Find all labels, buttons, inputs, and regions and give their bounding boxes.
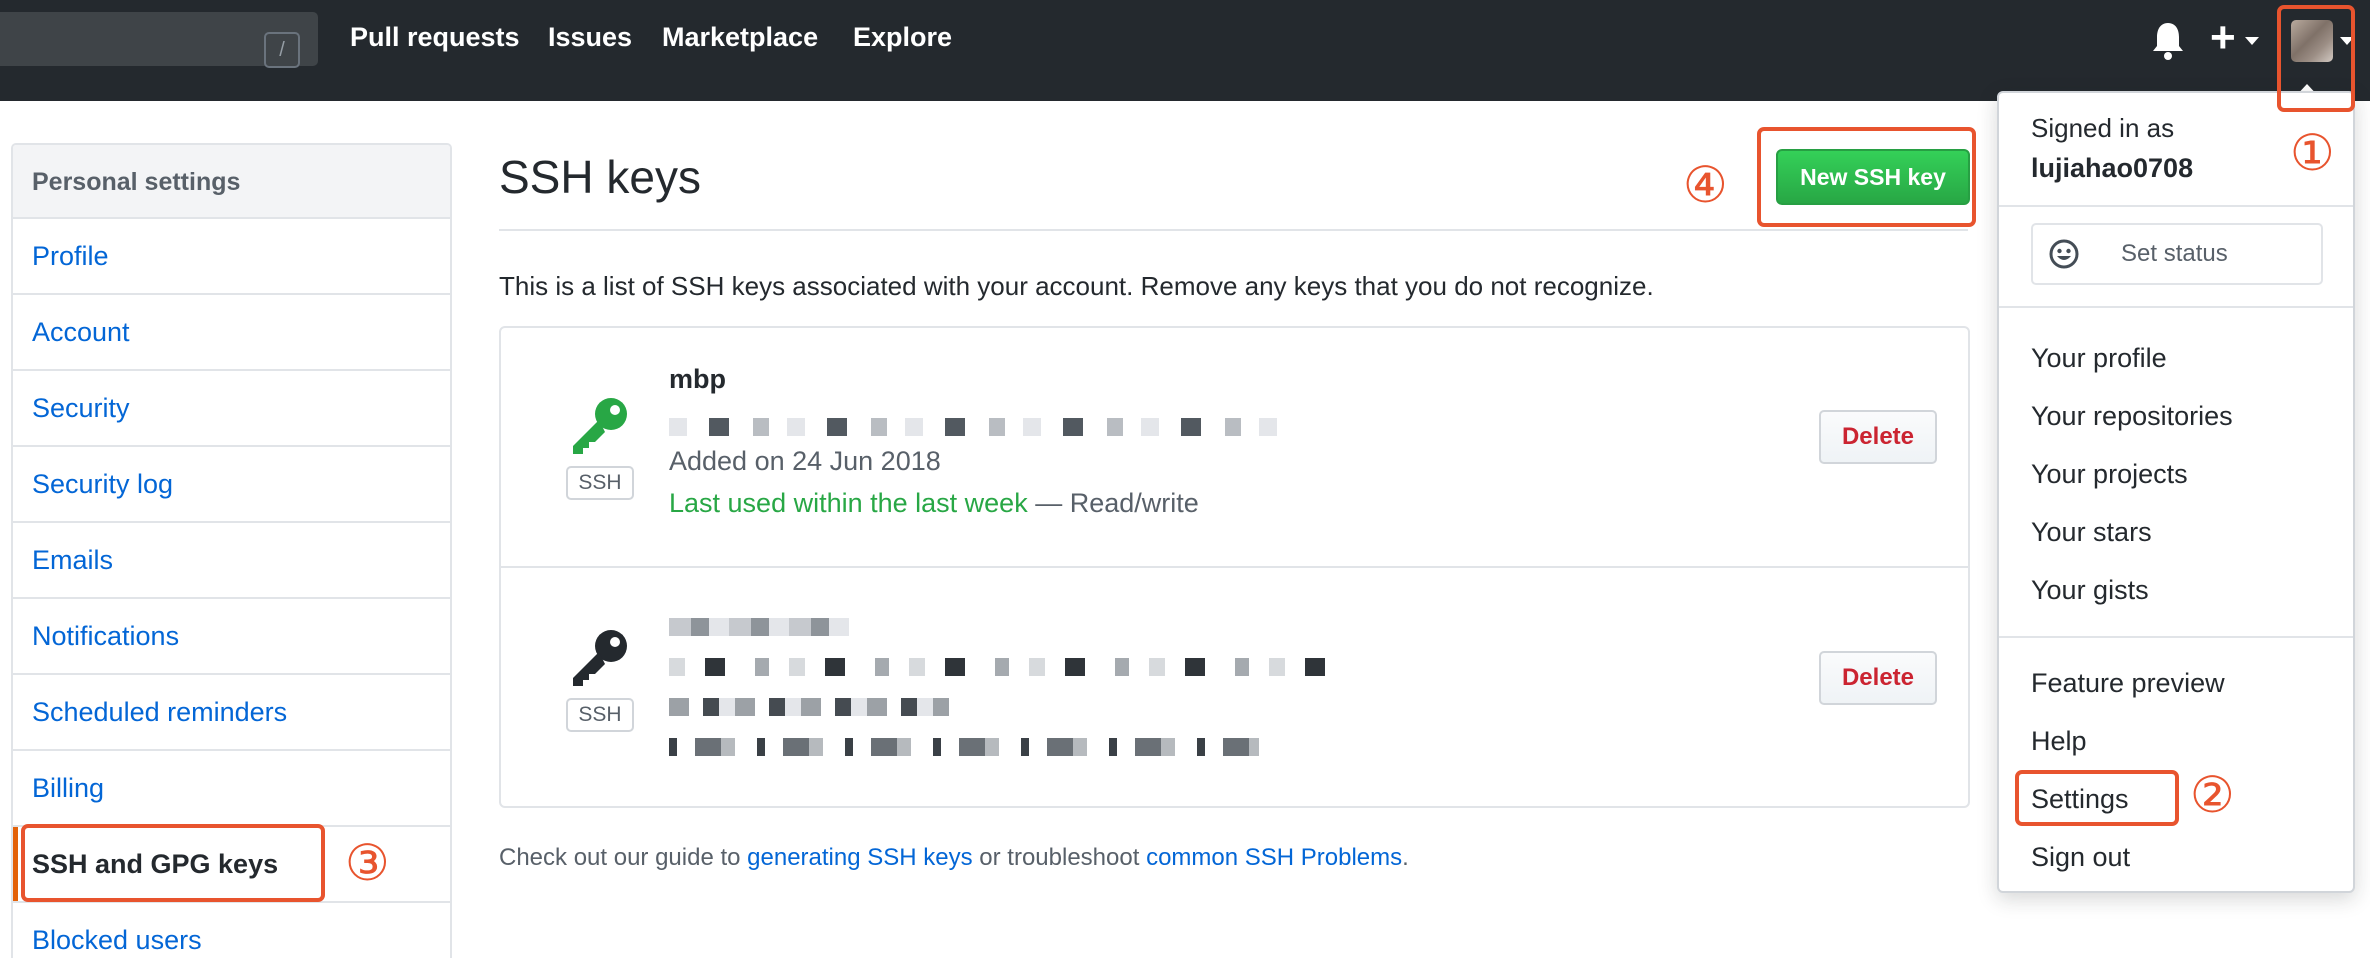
list-item: SSH mbp Added on 24 Jun 2018 Last used w… — [501, 328, 1968, 568]
redacted-key-title — [669, 618, 849, 636]
sidebar-item-security-log[interactable]: Security log — [13, 447, 450, 523]
nav-pull-requests[interactable]: Pull requests — [350, 22, 520, 53]
plus-icon[interactable]: + — [2210, 13, 2236, 63]
key-title: mbp — [669, 364, 726, 394]
set-status-button[interactable]: Set status — [2031, 223, 2323, 285]
divider — [1999, 636, 2353, 638]
annotation-box-ssh-gpg-keys — [21, 824, 325, 902]
key-added-date: Added on 24 Jun 2018 — [669, 446, 941, 476]
sidebar-item-billing[interactable]: Billing — [13, 751, 450, 827]
redacted-added-date — [669, 698, 949, 716]
access-text: — Read/write — [1035, 488, 1199, 518]
annotation-number: ③ — [345, 834, 390, 892]
menu-item-your-projects[interactable]: Your projects — [2031, 459, 2188, 490]
search-shortcut-hint: / — [264, 32, 300, 68]
delete-key-button[interactable]: Delete — [1819, 410, 1937, 464]
annotation-box-settings — [2015, 770, 2179, 826]
annotation-box-avatar — [2277, 5, 2355, 112]
sidebar-item-blocked-users[interactable]: Blocked users — [13, 903, 450, 958]
annotation-number: ① — [2290, 124, 2335, 182]
bell-icon[interactable] — [2148, 20, 2188, 62]
help-suffix: . — [1402, 844, 1409, 871]
sidebar-item-notifications[interactable]: Notifications — [13, 599, 450, 675]
redacted-fingerprint — [669, 418, 1289, 436]
annotation-box-new-ssh-key — [1757, 127, 1976, 227]
help-note: Check out our guide to generating SSH ke… — [499, 844, 1409, 872]
redacted-last-used — [669, 738, 1259, 756]
key-icon — [573, 630, 627, 686]
nav-explore[interactable]: Explore — [853, 22, 952, 53]
signed-in-label: Signed in as — [2031, 113, 2175, 143]
key-last-used: Last used within the last week — Read/wr… — [669, 488, 1199, 519]
menu-item-your-profile[interactable]: Your profile — [2031, 343, 2167, 374]
sidebar-item-account[interactable]: Account — [13, 295, 450, 371]
menu-item-feature-preview[interactable]: Feature preview — [2031, 668, 2225, 699]
page-title: SSH keys — [499, 151, 701, 203]
help-middle: or troubleshoot — [972, 844, 1147, 871]
generating-ssh-keys-link[interactable]: generating SSH keys — [747, 844, 972, 871]
menu-item-your-stars[interactable]: Your stars — [2031, 517, 2152, 548]
help-prefix: Check out our guide to — [499, 844, 748, 871]
intro-text: This is a list of SSH keys associated wi… — [499, 271, 1654, 301]
annotation-number: ④ — [1683, 156, 1728, 214]
chevron-down-icon — [2245, 37, 2259, 45]
menu-item-your-repositories[interactable]: Your repositories — [2031, 401, 2233, 432]
sidebar-heading: Personal settings — [13, 145, 450, 219]
key-icon — [573, 398, 627, 454]
list-item: SSH Delete — [501, 568, 1968, 806]
nav-marketplace[interactable]: Marketplace — [662, 22, 818, 53]
nav-issues[interactable]: Issues — [548, 22, 632, 53]
annotation-number: ② — [2190, 766, 2235, 824]
menu-item-help[interactable]: Help — [2031, 726, 2087, 757]
ssh-badge: SSH — [566, 698, 634, 732]
sidebar-item-emails[interactable]: Emails — [13, 523, 450, 599]
divider — [1999, 205, 2353, 207]
redacted-fingerprint — [669, 658, 1353, 676]
set-status-label: Set status — [2121, 240, 2228, 267]
ssh-key-list: SSH mbp Added on 24 Jun 2018 Last used w… — [499, 326, 1970, 808]
ssh-badge: SSH — [566, 466, 634, 500]
last-used-text: Last used within the last week — [669, 488, 1028, 518]
menu-item-sign-out[interactable]: Sign out — [2031, 842, 2130, 873]
search-input[interactable]: / — [0, 12, 318, 68]
divider — [1999, 306, 2353, 308]
menu-item-your-gists[interactable]: Your gists — [2031, 575, 2149, 606]
sidebar-item-security[interactable]: Security — [13, 371, 450, 447]
smiley-icon — [2049, 239, 2079, 269]
username: lujiahao0708 — [2031, 153, 2194, 183]
sidebar-item-scheduled-reminders[interactable]: Scheduled reminders — [13, 675, 450, 751]
top-header: / Pull requests Issues Marketplace Explo… — [0, 0, 2370, 101]
divider — [499, 229, 1968, 231]
sidebar-item-profile[interactable]: Profile — [13, 219, 450, 295]
delete-key-button[interactable]: Delete — [1819, 651, 1937, 705]
common-ssh-problems-link[interactable]: common SSH Problems — [1146, 844, 1402, 871]
